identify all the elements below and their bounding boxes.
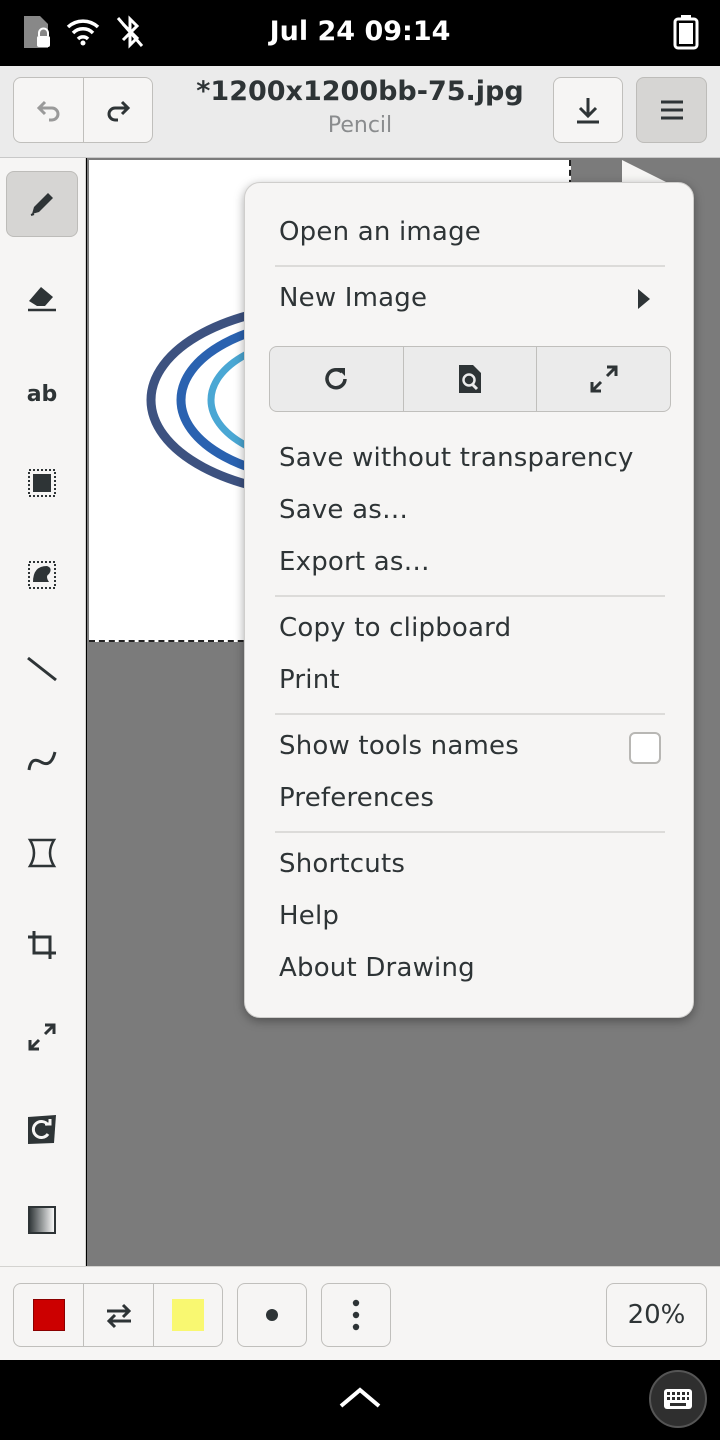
eraser-icon [28,287,56,312]
line-icon [27,656,57,682]
main-color-button[interactable] [13,1283,84,1347]
menu-item-help[interactable]: Help [279,901,339,931]
more-options-icon [352,1299,360,1331]
keyboard-icon [664,1389,692,1409]
menu-item-export-as[interactable]: Export as… [279,547,430,577]
exchange-colors-button[interactable] [83,1283,154,1347]
menu-item-copy-to-clipboard[interactable]: Copy to clipboard [279,613,511,643]
tool-eraser[interactable] [6,265,78,331]
tool-rotate[interactable] [6,1096,78,1162]
reload-button[interactable] [270,347,404,411]
menu-action-buttons [269,346,671,412]
main-color-swatch [32,1299,65,1331]
tool-crop[interactable] [6,912,78,978]
free-selection-icon [28,561,56,589]
tool-line[interactable] [6,636,78,702]
popover-arrow [622,160,670,184]
chevron-up-icon[interactable] [338,1386,382,1410]
pencil-icon [30,193,53,216]
text-icon: ab [26,381,58,407]
redo-button[interactable] [83,77,153,143]
tool-shape[interactable] [6,820,78,886]
image-properties-button[interactable] [404,347,538,411]
show-tools-names-checkbox[interactable] [629,732,661,764]
menu-separator [275,595,665,597]
tool-size-button[interactable] [237,1283,307,1347]
header-bar: *1200x1200bb-75.jpg Pencil [0,66,720,158]
zoom-level: 20% [627,1300,686,1330]
secondary-color-swatch [172,1299,204,1331]
menu-item-about[interactable]: About Drawing [279,953,475,983]
fullscreen-icon [590,365,618,393]
fullscreen-button[interactable] [537,347,670,411]
status-datetime: Jul 24 09:14 [269,16,451,47]
tool-curve[interactable] [6,728,78,794]
menu-item-shortcuts[interactable]: Shortcuts [279,849,405,879]
bottom-toolbar: 20% [0,1266,720,1360]
exchange-colors-icon [106,1303,131,1329]
crop-icon [28,931,56,959]
size-dot-icon [266,1309,278,1321]
menu-item-show-tools-names[interactable]: Show tools names [279,731,519,761]
shape-icon [27,838,57,868]
keyboard-button[interactable] [649,1370,707,1428]
menu-item-print[interactable]: Print [279,665,340,695]
undo-button[interactable] [13,77,84,143]
scale-icon [28,1023,56,1051]
menu-item-new-image[interactable]: New Image [279,283,427,313]
tool-rect-selection[interactable] [6,450,78,516]
save-button[interactable] [553,77,623,143]
filters-icon [28,1206,56,1234]
menu-separator [275,265,665,267]
tool-filters[interactable] [6,1187,78,1253]
rect-selection-icon [28,469,56,497]
tool-text[interactable]: ab [6,361,78,427]
tool-scale[interactable] [6,1004,78,1070]
menu-separator [275,713,665,715]
undo-icon [36,100,59,122]
tool-free-selection[interactable] [6,542,78,608]
menu-icon [660,100,683,120]
reload-icon [325,367,348,390]
rotate-icon [28,1115,56,1144]
redo-icon [107,100,131,122]
curve-icon [27,751,57,771]
window-title: *1200x1200bb-75.jpg [196,76,524,107]
main-menu-button[interactable] [636,77,707,143]
menu-item-open-image[interactable]: Open an image [279,217,481,247]
submenu-arrow-icon [638,289,650,309]
battery-icon [672,14,700,54]
status-bar: Jul 24 09:14 [0,0,720,66]
zoom-button[interactable]: 20% [606,1283,707,1347]
tools-sidebar: ab [0,158,86,1266]
secondary-color-button[interactable] [153,1283,223,1347]
window-subtitle: Pencil [327,113,393,138]
menu-separator [275,831,665,833]
window-title-area: *1200x1200bb-75.jpg Pencil [160,76,560,138]
download-icon [577,98,599,124]
properties-icon [459,365,481,393]
menu-item-save-without-transparency[interactable]: Save without transparency [279,443,634,473]
system-nav-bar [0,1360,720,1440]
tool-options-button[interactable] [321,1283,391,1347]
tool-pencil[interactable] [6,171,78,237]
main-menu-popover: Open an image New Image Save without tra… [244,182,694,1018]
menu-item-save-as[interactable]: Save as… [279,495,408,525]
menu-item-preferences[interactable]: Preferences [279,783,434,813]
